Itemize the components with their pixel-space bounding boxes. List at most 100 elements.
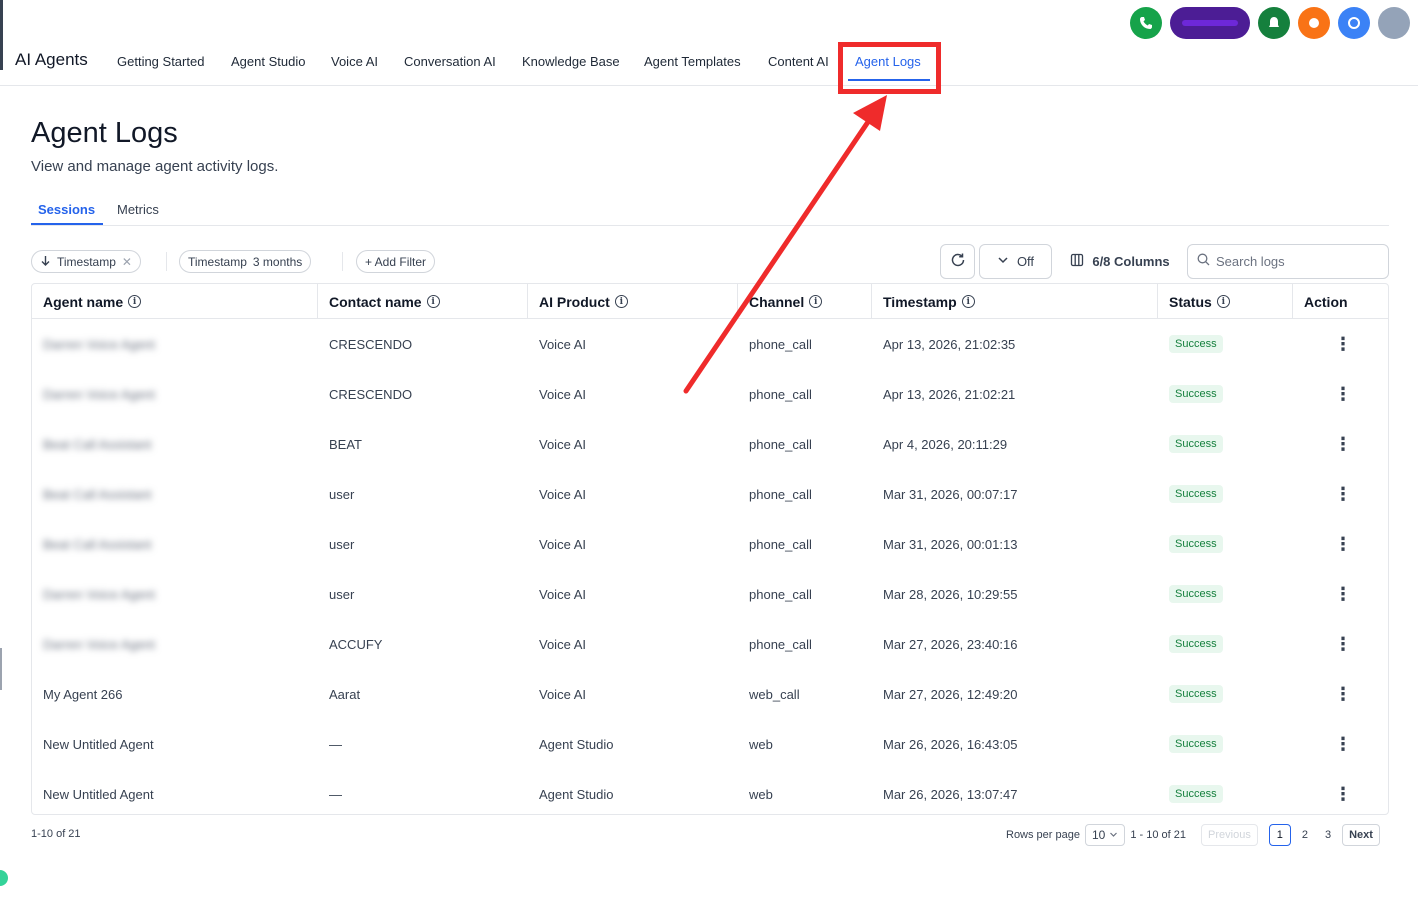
next-page-button[interactable]: Next	[1342, 823, 1380, 846]
more-options-icon[interactable]: ⋮	[1333, 634, 1353, 654]
table-row[interactable]: Darren Voice Agent CRESCENDO Voice AI ph…	[32, 319, 1388, 369]
arrow-down-icon	[40, 255, 51, 269]
rows-per-page-value: 10	[1092, 827, 1106, 842]
contact-name-cell: BEAT	[329, 436, 362, 452]
more-options-icon[interactable]: ⋮	[1333, 584, 1353, 604]
more-options-icon[interactable]: ⋮	[1333, 334, 1353, 354]
nav-item-getting-started[interactable]: Getting Started	[117, 54, 204, 69]
rows-per-page-select[interactable]: 10	[1085, 823, 1126, 846]
info-icon[interactable]: i	[614, 295, 628, 308]
more-options-icon[interactable]: ⋮	[1333, 434, 1353, 454]
timestamp-cell: Apr 4, 2026, 20:11:29	[883, 436, 1008, 452]
user-avatar[interactable]	[1378, 7, 1410, 39]
channel-cell: phone_call	[749, 636, 812, 652]
table-row[interactable]: Darren Voice Agent CRESCENDO Voice AI ph…	[32, 369, 1388, 419]
column-header-timestamp[interactable]: Timestamp i	[872, 284, 1158, 319]
table-row[interactable]: Beat Call Assistant user Voice AI phone_…	[32, 519, 1388, 569]
phone-icon[interactable]	[1130, 7, 1162, 39]
info-icon[interactable]: i	[961, 295, 975, 308]
ai-product-cell: Voice AI	[539, 586, 586, 602]
channel-cell: phone_call	[749, 536, 812, 552]
info-icon[interactable]: i	[426, 295, 440, 308]
more-options-icon[interactable]: ⋮	[1333, 734, 1353, 754]
status-dot	[0, 870, 8, 886]
contact-name-cell: CRESCENDO	[329, 336, 413, 352]
page-range: 1 - 10 of 21	[1130, 828, 1187, 841]
more-options-icon[interactable]: ⋮	[1333, 534, 1353, 554]
nav-item-content-ai[interactable]: Content AI	[768, 54, 829, 69]
ai-product-cell: Voice AI	[539, 536, 586, 552]
ai-product-cell: Voice AI	[539, 636, 586, 652]
divider	[342, 252, 343, 271]
nav-item-knowledge-base[interactable]: Knowledge Base	[522, 54, 620, 69]
page-3-button[interactable]: 3	[1319, 829, 1337, 841]
range-chip-label: Timestamp	[188, 254, 247, 269]
table-row[interactable]: My Agent 266 Aarat Voice AI web_call Mar…	[32, 669, 1388, 719]
refresh-icon	[949, 251, 967, 272]
page-2-button[interactable]: 2	[1296, 829, 1314, 841]
contact-name-cell: user	[329, 486, 355, 502]
notifications-icon[interactable]	[1258, 7, 1290, 39]
column-header-contact-name[interactable]: Contact name i	[318, 284, 528, 319]
agent-name-cell: Darren Voice Agent	[43, 386, 156, 402]
alert-icon[interactable]	[1298, 7, 1330, 39]
status-badge: Success	[1169, 435, 1223, 453]
agent-name-cell: Beat Call Assistant	[43, 436, 152, 452]
status-badge: Success	[1169, 635, 1223, 653]
timestamp-cell: Mar 27, 2026, 23:40:16	[883, 636, 1018, 652]
column-header-ai-product[interactable]: AI Product i	[528, 284, 738, 319]
table-row[interactable]: Darren Voice Agent user Voice AI phone_c…	[32, 569, 1388, 619]
previous-page-button[interactable]: Previous	[1201, 823, 1258, 846]
agent-name-cell: Beat Call Assistant	[43, 536, 152, 552]
column-header-label: Agent name	[43, 293, 124, 310]
add-filter-button[interactable]: + Add Filter	[356, 250, 436, 273]
tabs-bar: Sessions Metrics	[31, 200, 1389, 226]
timestamp-cell: Apr 13, 2026, 21:02:21	[883, 386, 1016, 402]
column-header-label: Action	[1304, 293, 1348, 310]
agent-name-cell: New Untitled Agent	[43, 786, 154, 802]
contact-name-cell: —	[329, 786, 342, 802]
table-row[interactable]: Darren Voice Agent ACCUFY Voice AI phone…	[32, 619, 1388, 669]
contact-name-cell: Aarat	[329, 686, 361, 702]
result-count: 1-10 of 21	[31, 828, 81, 840]
column-header-label: Contact name	[329, 293, 422, 310]
table-row[interactable]: New Untitled Agent — Agent Studio web Ma…	[32, 769, 1388, 814]
more-options-icon[interactable]: ⋮	[1333, 484, 1353, 504]
more-options-icon[interactable]: ⋮	[1333, 684, 1353, 704]
close-icon[interactable]: ✕	[122, 255, 132, 269]
column-header-status[interactable]: Status i	[1158, 284, 1293, 319]
columns-button[interactable]: 6/8 Columns	[1060, 244, 1180, 279]
chevron-down-icon	[1109, 828, 1118, 842]
status-badge: Success	[1169, 535, 1223, 553]
help-icon[interactable]	[1338, 7, 1370, 39]
nav-item-voice-ai[interactable]: Voice AI	[331, 54, 378, 69]
more-options-icon[interactable]: ⋮	[1333, 384, 1353, 404]
search-box[interactable]	[1187, 244, 1389, 279]
tab-sessions[interactable]: Sessions	[38, 202, 95, 217]
nav-item-agent-templates[interactable]: Agent Templates	[644, 54, 741, 69]
refresh-button[interactable]	[940, 244, 975, 279]
nav-item-conversation-ai[interactable]: Conversation AI	[404, 54, 496, 69]
info-icon[interactable]: i	[128, 295, 142, 308]
info-icon[interactable]: i	[1216, 295, 1230, 308]
table-row[interactable]: Beat Call Assistant user Voice AI phone_…	[32, 469, 1388, 519]
table-row[interactable]: New Untitled Agent — Agent Studio web Ma…	[32, 719, 1388, 769]
more-options-icon[interactable]: ⋮	[1333, 784, 1353, 804]
column-header-agent-name[interactable]: Agent name i	[32, 284, 318, 319]
sort-chip[interactable]: Timestamp ✕	[31, 250, 141, 273]
page-1-button[interactable]: 1	[1268, 823, 1291, 846]
auto-refresh-dropdown[interactable]: Off	[979, 244, 1052, 279]
timestamp-range-chip[interactable]: Timestamp 3 months	[179, 250, 312, 273]
column-header-channel[interactable]: Channel i	[738, 284, 872, 319]
ai-product-cell: Voice AI	[539, 336, 586, 352]
tab-metrics[interactable]: Metrics	[117, 202, 159, 217]
search-input[interactable]	[1216, 254, 1376, 269]
info-icon[interactable]: i	[809, 295, 823, 308]
nav-item-agent-studio[interactable]: Agent Studio	[231, 54, 305, 69]
launch-pill-icon[interactable]	[1170, 7, 1250, 39]
logs-table: Agent name i Contact name i AI Product i Ch…	[31, 283, 1389, 815]
channel-cell: phone_call	[749, 386, 812, 402]
timestamp-cell: Mar 26, 2026, 16:43:05	[883, 736, 1018, 752]
status-badge: Success	[1169, 735, 1223, 753]
table-row[interactable]: Beat Call Assistant BEAT Voice AI phone_…	[32, 419, 1388, 469]
